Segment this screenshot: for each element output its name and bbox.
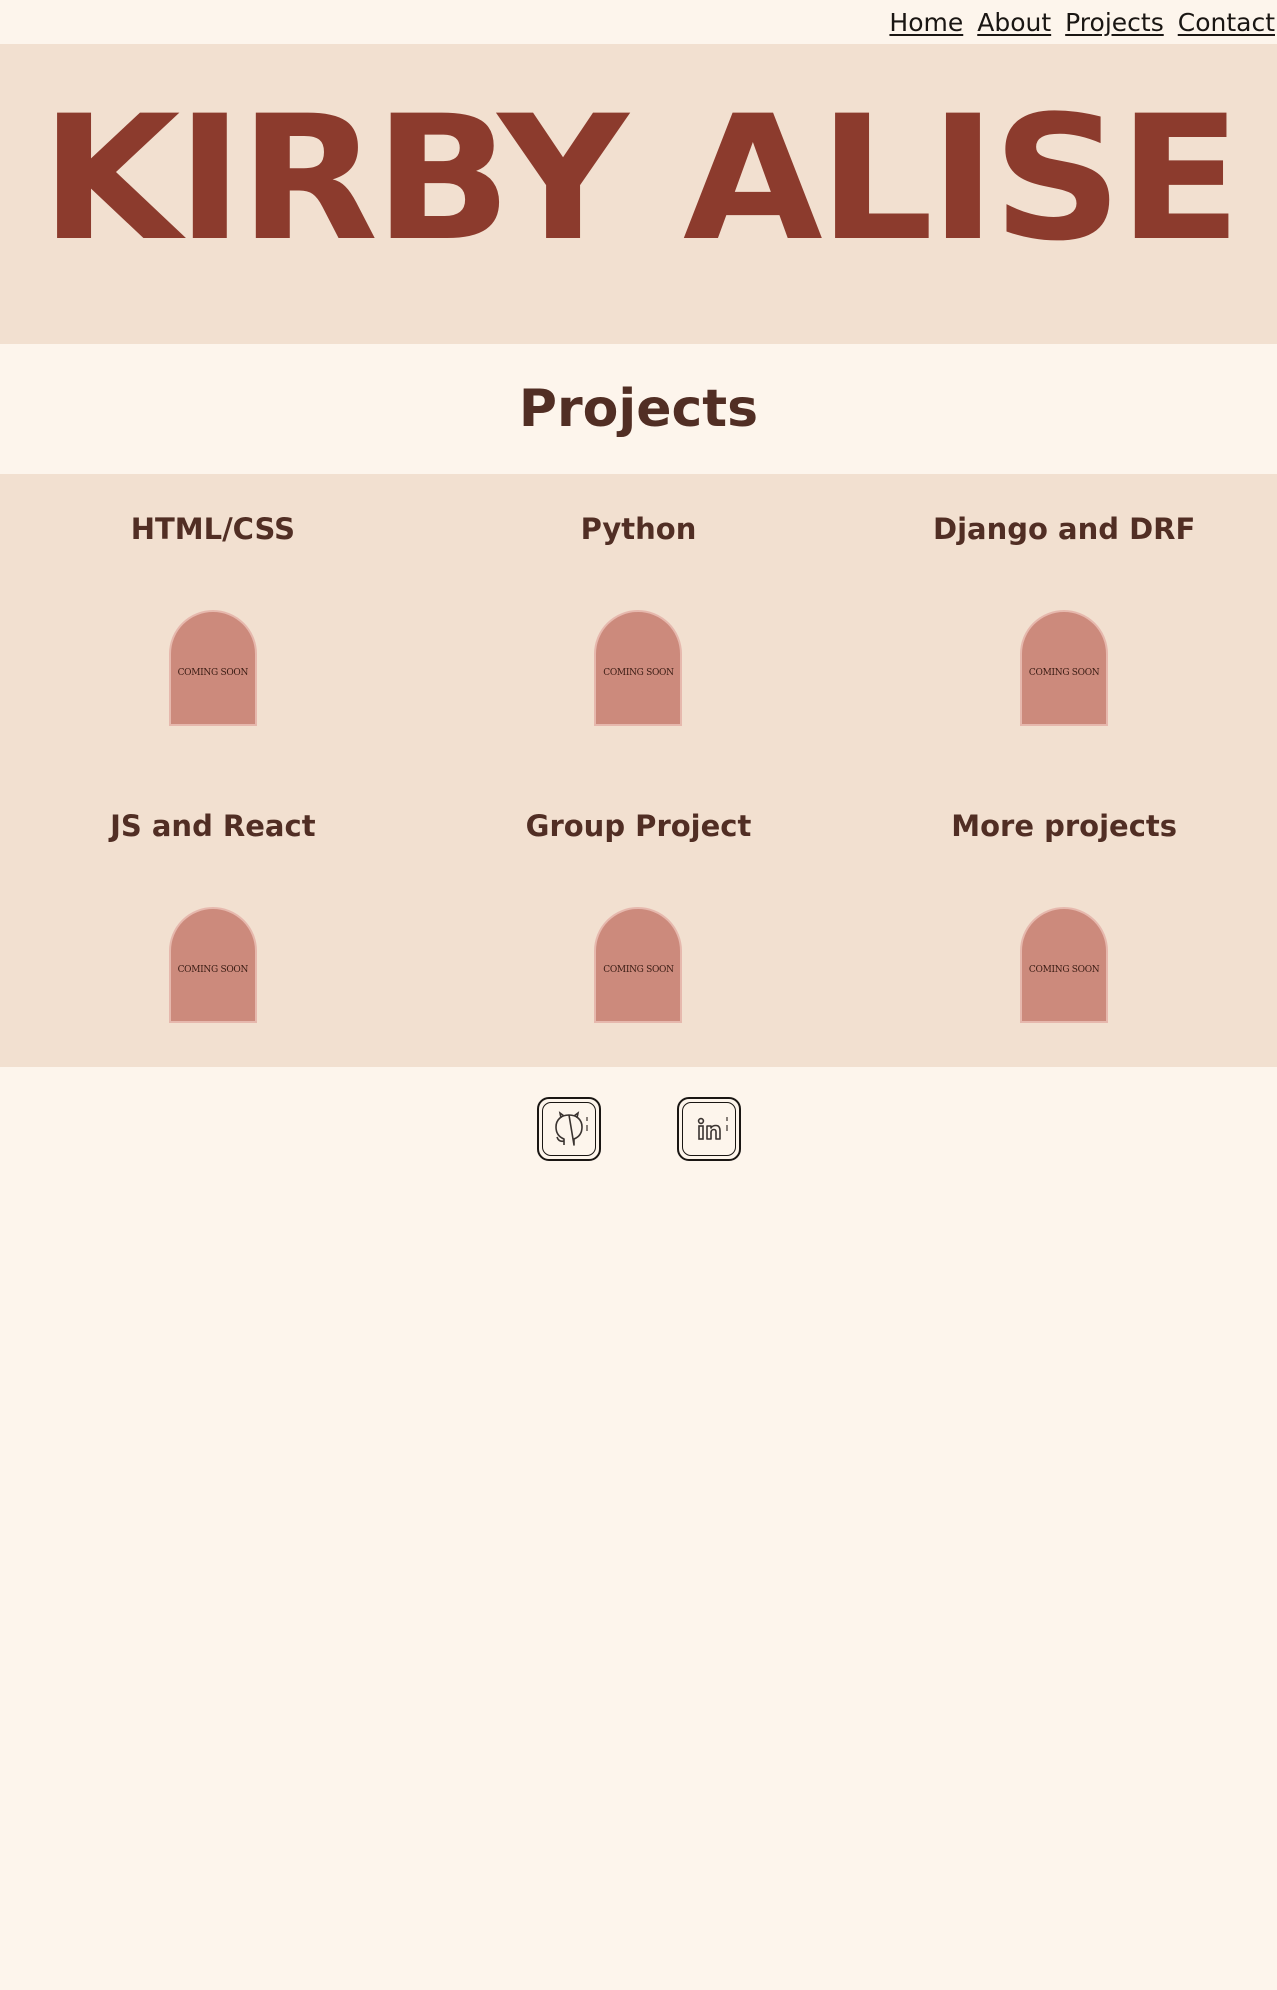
nav-link-about[interactable]: About — [977, 8, 1051, 37]
project-thumbnail[interactable]: COMING SOON — [1020, 610, 1109, 726]
nav-link-contact[interactable]: Contact — [1178, 8, 1275, 37]
project-card-group: Group Project COMING SOON — [426, 771, 852, 1067]
projects-grid: HTML/CSS COMING SOON Python COMING SOON … — [0, 474, 1277, 1067]
project-title: More projects — [951, 809, 1178, 843]
projects-heading-wrap: Projects — [0, 344, 1277, 474]
projects-heading: Projects — [518, 379, 759, 439]
project-card-django: Django and DRF COMING SOON — [851, 474, 1277, 771]
nav-link-projects[interactable]: Projects — [1065, 8, 1164, 37]
social-links — [0, 1067, 1277, 1161]
project-thumbnail[interactable]: COMING SOON — [594, 610, 683, 726]
site-title: KIRBY ALISE — [40, 78, 1241, 279]
coming-soon-label: COMING SOON — [177, 668, 249, 678]
coming-soon-label: COMING SOON — [603, 965, 674, 975]
project-thumbnail[interactable]: COMING SOON — [168, 907, 257, 1023]
hero-banner: KIRBY ALISE — [0, 44, 1277, 344]
linkedin-icon — [681, 1102, 736, 1156]
project-card-python: Python COMING SOON — [426, 474, 852, 771]
project-title: JS and React — [110, 809, 316, 843]
coming-soon-label: COMING SOON — [177, 965, 249, 975]
project-thumbnail[interactable]: COMING SOON — [1020, 907, 1109, 1023]
github-icon — [541, 1102, 596, 1156]
project-title: Django and DRF — [933, 512, 1196, 546]
nav-link-home[interactable]: Home — [889, 8, 963, 37]
top-nav: Home About Projects Contact — [0, 0, 1277, 44]
project-thumbnail[interactable]: COMING SOON — [168, 610, 257, 726]
coming-soon-label: COMING SOON — [603, 668, 674, 678]
project-title: Python — [580, 512, 697, 546]
project-card-html-css: HTML/CSS COMING SOON — [0, 474, 426, 771]
project-card-more: More projects COMING SOON — [851, 771, 1277, 1067]
linkedin-link[interactable] — [676, 1097, 741, 1161]
project-title: Group Project — [525, 809, 752, 843]
project-title: HTML/CSS — [130, 512, 295, 546]
project-thumbnail[interactable]: COMING SOON — [594, 907, 683, 1023]
coming-soon-label: COMING SOON — [1028, 965, 1100, 975]
coming-soon-label: COMING SOON — [1028, 668, 1100, 678]
github-link[interactable] — [536, 1097, 601, 1161]
project-card-js-react: JS and React COMING SOON — [0, 771, 426, 1067]
